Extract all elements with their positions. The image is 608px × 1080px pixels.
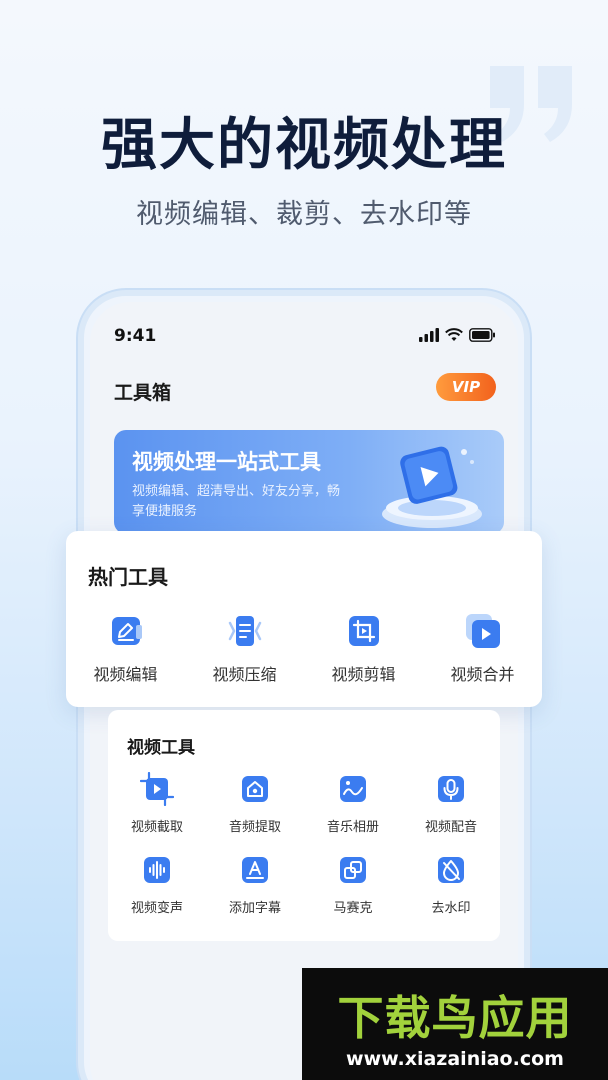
video-tools-title: 视频工具 [127,738,195,758]
microphone-icon [438,776,464,802]
tool-music-album[interactable]: 音乐相册 [304,772,402,835]
tool-label: 视频变声 [130,901,183,916]
tool-label: 视频配音 [424,820,477,835]
site-watermark: 下载鸟应用 www.xiazainiao.com [302,968,608,1080]
tool-label: 去水印 [431,901,471,916]
crop-play-icon [140,772,174,806]
tool-video-edit[interactable]: 视频编辑 [66,611,185,685]
tool-video-cut[interactable]: 视频剪辑 [304,611,423,685]
remove-watermark-icon [438,857,464,883]
pencil-edit-icon [111,617,142,645]
tool-label: 视频编辑 [93,665,158,684]
tool-mosaic[interactable]: 马赛克 [304,853,402,916]
hot-tools-grid: 视频编辑 视频压缩 视频剪辑 视频合并 [66,611,542,685]
banner-description: 视频编辑、超清导出、好友分享，畅享便捷服务 [132,484,341,519]
tool-label: 视频截取 [130,820,183,835]
watermark-url: www.xiazainiao.com [346,1048,564,1070]
subtitle-icon [242,857,268,883]
hot-tools-title: 热门工具 [88,565,168,589]
tool-video-dub[interactable]: 视频配音 [402,772,500,835]
tool-audio-extract[interactable]: 音频提取 [206,772,304,835]
video-tools-grid: 视频截取 音频提取 音乐相册 视频配音 视频变声 添加字幕 马赛克 去水印 [108,772,500,916]
tool-video-trim[interactable]: 视频截取 [108,772,206,835]
tool-video-merge[interactable]: 视频合并 [423,611,542,685]
mosaic-icon [340,857,366,883]
tool-video-compress[interactable]: 视频压缩 [185,611,304,685]
video-tools-card: 视频工具 视频截取 音频提取 音乐相册 视频配音 视频变声 添加字幕 马赛克 去… [108,710,500,941]
tool-label: 视频合并 [450,665,515,684]
voice-wave-icon [144,857,170,883]
hot-tools-card: 热门工具 视频编辑 视频压缩 视频剪辑 视频合并 [66,531,542,707]
status-time: 9:41 [114,326,157,346]
banner-title: 视频处理一站式工具 [132,450,321,474]
wifi-icon [445,328,463,341]
tool-label: 音频提取 [228,820,281,835]
promo-subline: 视频编辑、裁剪、去水印等 [136,199,472,230]
merge-play-icon [465,614,500,648]
battery-icon [469,328,495,342]
video-cube-icon [382,446,482,528]
signal-icon [419,328,439,342]
tool-label: 视频剪辑 [331,665,396,684]
tool-voice-change[interactable]: 视频变声 [108,853,206,916]
crop-icon [348,616,379,646]
tool-label: 马赛克 [333,901,373,916]
vip-button[interactable]: VIP [436,373,496,401]
tool-label: 音乐相册 [326,820,379,835]
music-album-icon [340,776,366,802]
watermark-logo-text: 下载鸟应用 [337,991,573,1045]
audio-extract-icon [242,776,268,802]
compress-icon [228,616,261,646]
status-icons [419,328,496,342]
tool-remove-watermark[interactable]: 去水印 [402,853,500,916]
tool-label: 添加字幕 [228,901,281,916]
page-title: 工具箱 [114,382,172,404]
promo-banner[interactable]: 视频处理一站式工具 视频编辑、超清导出、好友分享，畅享便捷服务 [114,430,504,534]
tool-label: 视频压缩 [212,665,277,684]
promo-headline: 强大的视频处理 [101,113,507,178]
tool-add-subtitle[interactable]: 添加字幕 [206,853,304,916]
